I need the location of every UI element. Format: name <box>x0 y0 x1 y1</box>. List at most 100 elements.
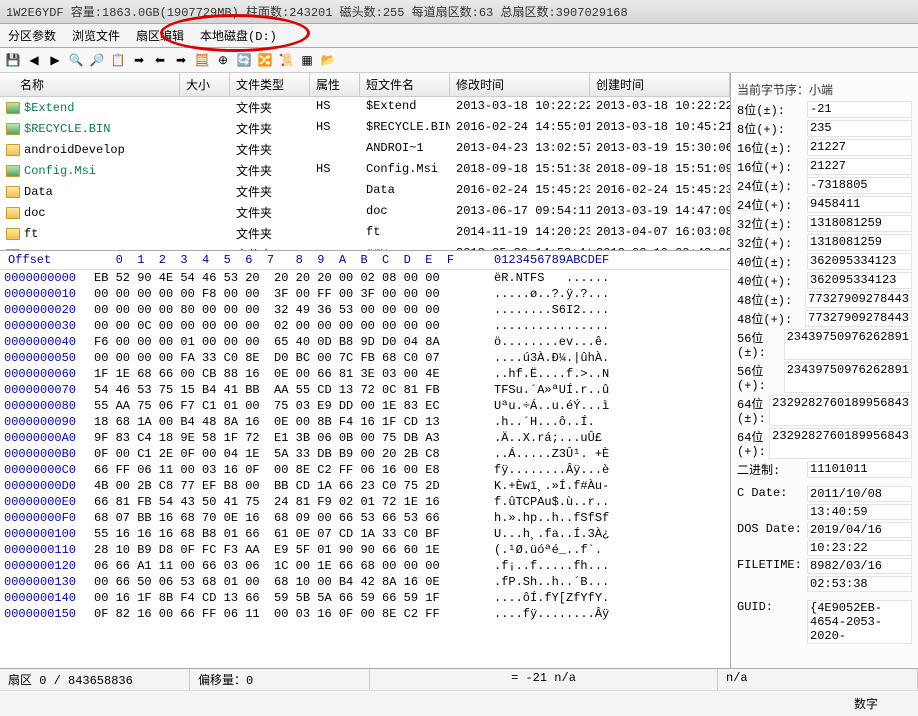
hex-bytes: 68 07 BB 16 68 70 0E 16 68 09 00 66 53 6… <box>94 510 494 526</box>
file-row[interactable]: doc 文件夹 doc2013-06-17 09:54:112013-03-19… <box>0 202 730 223</box>
file-row[interactable]: Data 文件夹 Data2016-02-24 15:45:232016-02-… <box>0 181 730 202</box>
file-row[interactable]: androidDevelop 文件夹 ANDROI~12013-04-23 13… <box>0 139 730 160</box>
col-ctime[interactable]: 创建时间 <box>590 73 730 96</box>
hex-bytes: 0F 00 C1 2E 0F 00 04 1E 5A 33 DB B9 00 2… <box>94 446 494 462</box>
hex-row[interactable]: 000000003000 00 0C 00 00 00 00 00 02 00 … <box>0 318 730 334</box>
hex-row[interactable]: 0000000040F6 00 00 00 01 00 00 00 65 40 … <box>0 334 730 350</box>
hex-row[interactable]: 000000007054 46 53 75 15 B4 41 BB AA 55 … <box>0 382 730 398</box>
file-row[interactable]: $RECYCLE.BIN 文件夹HS $RECYCLE.BIN2016-02-2… <box>0 118 730 139</box>
hex-offset: 0000000050 <box>4 350 94 366</box>
hex-offset: 0000000000 <box>4 270 94 286</box>
hex-row[interactable]: 00000000D04B 00 2B C8 77 EF B8 00 BB CD … <box>0 478 730 494</box>
copy-icon[interactable]: 📋 <box>109 51 127 69</box>
hex-row[interactable]: 000000012006 66 A1 11 00 66 03 06 1C 00 … <box>0 558 730 574</box>
hex-offset: 0000000130 <box>4 574 94 590</box>
forward-icon[interactable]: ▶ <box>46 51 64 69</box>
info-row: 48位(±):77327909278443 <box>737 290 912 309</box>
menu-local-disk-d[interactable]: 本地磁盘(D:) <box>192 24 285 47</box>
info-label: 16位(+): <box>737 158 807 175</box>
calc-icon[interactable]: 🧮 <box>193 51 211 69</box>
col-type[interactable]: 文件类型 <box>230 73 310 96</box>
hex-row[interactable]: 000000010055 16 16 16 68 B8 01 66 61 0E … <box>0 526 730 542</box>
interpret-left-icon[interactable]: ⬅ <box>151 51 169 69</box>
block-icon[interactable]: ▦ <box>298 51 316 69</box>
file-row[interactable]: Config.Msi 文件夹HS Config.Msi2018-09-18 15… <box>0 160 730 181</box>
hex-bytes: EB 52 90 4E 54 46 53 20 20 20 20 00 02 0… <box>94 270 494 286</box>
save-icon[interactable]: 💾 <box>4 51 22 69</box>
hex-bytes: 00 16 1F 8B F4 CD 13 66 59 5B 5A 66 59 6… <box>94 590 494 606</box>
info-value: 21227 <box>807 158 912 175</box>
file-list: 名称 大小 文件类型 属性 短文件名 修改时间 创建时间 $Extend 文件夹… <box>0 73 730 251</box>
info-row: 8位(+):235 <box>737 119 912 138</box>
info-value: 23439750976262891 <box>784 329 912 360</box>
info-row: 32位(±):1318081259 <box>737 214 912 233</box>
hex-row[interactable]: 00000001500F 82 16 00 66 FF 06 11 00 03 … <box>0 606 730 622</box>
info-label: 64位(+): <box>737 428 769 459</box>
hex-row[interactable]: 000000001000 00 00 00 00 F8 00 00 3F 00 … <box>0 286 730 302</box>
hex-row[interactable]: 000000014000 16 1F 8B F4 CD 13 66 59 5B … <box>0 590 730 606</box>
hex-bytes: 55 16 16 16 68 B8 01 66 61 0E 07 CD 1A 3… <box>94 526 494 542</box>
col-size[interactable]: 大小 <box>180 73 230 96</box>
hex-row[interactable]: 0000000000EB 52 90 4E 54 46 53 20 20 20 … <box>0 270 730 286</box>
menu-partition-params[interactable]: 分区参数 <box>0 24 64 47</box>
hex-row[interactable]: 00000000C066 FF 06 11 00 03 16 0F 00 8E … <box>0 462 730 478</box>
hex-viewer[interactable]: Offset 0 1 2 3 4 5 6 7 8 9 A B C D E F 0… <box>0 251 730 668</box>
refresh-icon[interactable]: 🔄 <box>235 51 253 69</box>
search-hex-icon[interactable]: 🔎 <box>88 51 106 69</box>
menu-sector-edit[interactable]: 扇区编辑 <box>128 24 192 47</box>
script-icon[interactable]: 📜 <box>277 51 295 69</box>
hex-offset: 0000000140 <box>4 590 94 606</box>
open-icon[interactable]: 📂 <box>319 51 337 69</box>
info-row: 24位(+):9458411 <box>737 195 912 214</box>
goto-icon[interactable]: ➡ <box>130 51 148 69</box>
col-attr[interactable]: 属性 <box>310 73 360 96</box>
col-name[interactable]: 名称 <box>0 73 180 96</box>
date-row: C Date:2011/10/08 <box>737 485 912 503</box>
hex-offset: 0000000070 <box>4 382 94 398</box>
hex-bytes: 66 FF 06 11 00 03 16 0F 00 8E C2 FF 06 1… <box>94 462 494 478</box>
hex-row[interactable]: 00000000F068 07 BB 16 68 70 0E 16 68 09 … <box>0 510 730 526</box>
hex-bytes: F6 00 00 00 01 00 00 00 65 40 0D B8 9D D… <box>94 334 494 350</box>
hex-bytes: 0F 82 16 00 66 FF 06 11 00 03 16 0F 00 8… <box>94 606 494 622</box>
col-short[interactable]: 短文件名 <box>360 73 450 96</box>
hex-row[interactable]: 000000008055 AA 75 06 F7 C1 01 00 75 03 … <box>0 398 730 414</box>
hex-row[interactable]: 000000002000 00 00 00 80 00 00 00 32 49 … <box>0 302 730 318</box>
info-value: 77327909278443 <box>805 291 912 308</box>
back-icon[interactable]: ◀ <box>25 51 43 69</box>
interpret-right-icon[interactable]: ➡ <box>172 51 190 69</box>
hex-row[interactable]: 00000000B00F 00 C1 2E 0F 00 04 1E 5A 33 … <box>0 446 730 462</box>
hex-offset: 0000000040 <box>4 334 94 350</box>
hex-cols-header: 0 1 2 3 4 5 6 7 8 9 A B C D E F <box>94 253 494 267</box>
hex-row[interactable]: 000000005000 00 00 00 FA 33 C0 8E D0 BC … <box>0 350 730 366</box>
hex-row[interactable]: 00000000E066 81 FB 54 43 50 41 75 24 81 … <box>0 494 730 510</box>
info-value: 2329282760189956843 <box>769 428 912 459</box>
hex-row[interactable]: 000000011028 10 B9 D8 0F FC F3 AA E9 5F … <box>0 542 730 558</box>
menu-browse-files[interactable]: 浏览文件 <box>64 24 128 47</box>
info-row: 40位(±):362095334123 <box>737 252 912 271</box>
folder-icon <box>6 228 20 240</box>
toggle-icon[interactable]: 🔀 <box>256 51 274 69</box>
search-icon[interactable]: 🔍 <box>67 51 85 69</box>
file-row[interactable]: ft 文件夹 ft2014-11-19 14:20:232013-04-07 1… <box>0 223 730 244</box>
file-row[interactable]: gry 文件夹 gry2018-05-30 14:52:442013-03-19… <box>0 244 730 251</box>
col-mtime[interactable]: 修改时间 <box>450 73 590 96</box>
xor-icon[interactable]: ⊕ <box>214 51 232 69</box>
hex-offset: 00000000D0 <box>4 478 94 494</box>
info-label: 8位(+): <box>737 120 807 137</box>
hex-row[interactable]: 00000000601F 1E 68 66 00 CB 88 16 0E 00 … <box>0 366 730 382</box>
hex-ascii: ..hf.Ë....f.>..N <box>494 366 609 382</box>
info-value: 21227 <box>807 139 912 156</box>
hex-row[interactable]: 000000009018 68 1A 00 B4 48 8A 16 0E 00 … <box>0 414 730 430</box>
file-row[interactable]: $Extend 文件夹HS $Extend2013-03-18 10:22:22… <box>0 97 730 118</box>
hex-bytes: 00 00 00 00 00 F8 00 00 3F 00 FF 00 3F 0… <box>94 286 494 302</box>
file-name: androidDevelop <box>24 143 125 157</box>
status-bar: 扇区 0 / 843658836 偏移量：0 = -21 n/a n/a <box>0 668 918 690</box>
status-right: n/a <box>718 669 918 690</box>
info-value: -21 <box>807 101 912 118</box>
hex-ascii: TFSu.´A»ªUÍ.r..û <box>494 382 609 398</box>
hex-row[interactable]: 000000013000 66 50 06 53 68 01 00 68 10 … <box>0 574 730 590</box>
hex-row[interactable]: 00000000A09F 83 C4 18 9E 58 1F 72 E1 3B … <box>0 430 730 446</box>
file-name: $Extend <box>24 101 74 115</box>
hex-ascii: ....ú3À.Ð¼.|ûhÀ. <box>494 350 609 366</box>
date-row: FILETIME:8982/03/16 <box>737 557 912 575</box>
